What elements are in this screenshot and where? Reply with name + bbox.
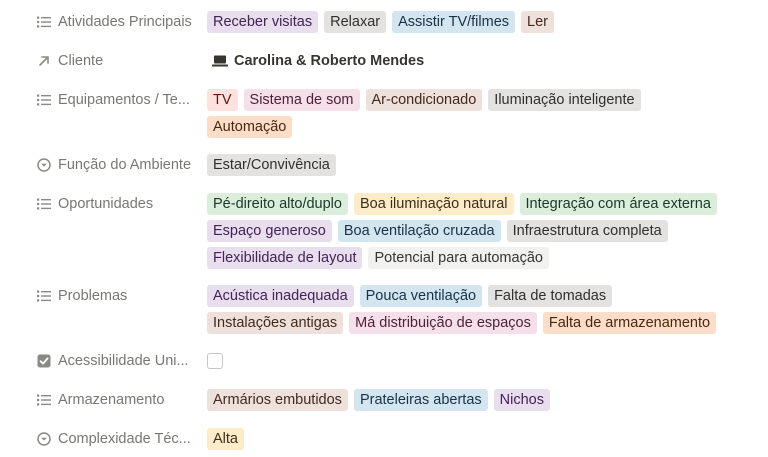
tag[interactable]: Sistema de som xyxy=(243,89,360,111)
property-name-cliente[interactable]: Cliente xyxy=(36,50,103,72)
arrow-up-right-icon xyxy=(36,53,52,69)
tag-list[interactable]: Estar/Convivência xyxy=(207,154,727,176)
tag[interactable]: Estar/Convivência xyxy=(207,154,336,176)
tag-list[interactable]: TV Sistema de som Ar-condicionado Iluminaçã… xyxy=(207,89,667,138)
tag[interactable]: Relaxar xyxy=(324,11,387,33)
property-label: Cliente xyxy=(58,53,104,69)
tag[interactable]: Má distribuição de espaços xyxy=(349,312,537,334)
list-icon xyxy=(36,288,52,304)
tag[interactable]: Assistir TV/filmes xyxy=(392,11,516,33)
property-label: Acessibilidade Uni... xyxy=(58,353,189,369)
tag[interactable]: Iluminação inteligente xyxy=(488,89,641,111)
list-icon xyxy=(36,92,52,108)
property-name-problemas[interactable]: Problemas xyxy=(36,285,127,307)
tag[interactable]: Alta xyxy=(207,428,244,450)
tag[interactable]: Flexibilidade de layout xyxy=(207,247,363,269)
tag-list[interactable]: Pé-direito alto/duplo Boa iluminação natu… xyxy=(207,193,727,269)
tag[interactable]: Nichos xyxy=(493,389,550,411)
tag[interactable]: Potencial para automação xyxy=(368,247,549,269)
tag[interactable]: Ler xyxy=(521,11,554,33)
checkbox-icon xyxy=(36,353,52,369)
property-name-atividades-principais[interactable]: Atividades Principais xyxy=(36,11,192,33)
tag-list[interactable]: Armários embutidos Prateleiras abertas Nic… xyxy=(207,389,727,411)
tag[interactable]: Armários embutidos xyxy=(207,389,348,411)
tag[interactable]: Acústica inadequada xyxy=(207,285,354,307)
property-name-equipamentos[interactable]: Equipamentos / Te... xyxy=(36,89,190,111)
property-label: Função do Ambiente xyxy=(58,157,192,173)
tag[interactable]: Espaço generoso xyxy=(207,220,332,242)
tag[interactable]: Falta de armazenamento xyxy=(542,312,717,334)
laptop-icon xyxy=(212,55,228,67)
property-label: Equipamentos / Te... xyxy=(58,92,190,108)
tag[interactable]: Boa ventilação cruzada xyxy=(337,220,501,242)
tag[interactable]: Ar-condicionado xyxy=(365,89,483,111)
tag[interactable]: Infraestrutura completa xyxy=(506,220,668,242)
list-icon xyxy=(36,14,52,30)
property-label: Problemas xyxy=(58,288,128,304)
property-name-funcao-do-ambiente[interactable]: Função do Ambiente xyxy=(36,154,191,176)
select-icon xyxy=(36,431,52,447)
tag[interactable]: Instalações antigas xyxy=(207,312,344,334)
tag[interactable]: Pouca ventilação xyxy=(359,285,483,307)
property-name-armazenamento[interactable]: Armazenamento xyxy=(36,389,164,411)
property-name-acessibilidade[interactable]: Acessibilidade Uni... xyxy=(36,350,189,372)
tag[interactable]: Receber visitas xyxy=(207,11,319,33)
relation-value: Carolina & Roberto Mendes xyxy=(234,53,425,69)
property-name-oportunidades[interactable]: Oportunidades xyxy=(36,193,153,215)
relation-link-cliente[interactable]: Carolina & Roberto Mendes xyxy=(212,50,424,72)
tag[interactable]: Boa iluminação natural xyxy=(353,193,514,215)
tag[interactable]: Falta de tomadas xyxy=(488,285,613,307)
acessibilidade-checkbox[interactable] xyxy=(207,353,223,369)
property-label: Atividades Principais xyxy=(58,14,192,30)
tag-list[interactable]: Alta xyxy=(207,428,727,450)
list-icon xyxy=(36,392,52,408)
property-label: Armazenamento xyxy=(58,392,165,408)
property-name-complexidade[interactable]: Complexidade Téc... xyxy=(36,428,191,450)
list-icon xyxy=(36,196,52,212)
tag[interactable]: Automação xyxy=(207,116,293,138)
tag-list[interactable]: Receber visitas Relaxar Assistir TV/filmes… xyxy=(207,11,727,33)
tag[interactable]: Prateleiras abertas xyxy=(353,389,488,411)
tag[interactable]: Integração com área externa xyxy=(519,193,717,215)
select-icon xyxy=(36,157,52,173)
tag[interactable]: Pé-direito alto/duplo xyxy=(207,193,348,215)
property-label: Oportunidades xyxy=(58,196,154,212)
tag-list[interactable]: Acústica inadequada Pouca ventilação Falta… xyxy=(207,285,717,334)
property-label: Complexidade Téc... xyxy=(58,431,191,447)
tag[interactable]: TV xyxy=(207,89,238,111)
